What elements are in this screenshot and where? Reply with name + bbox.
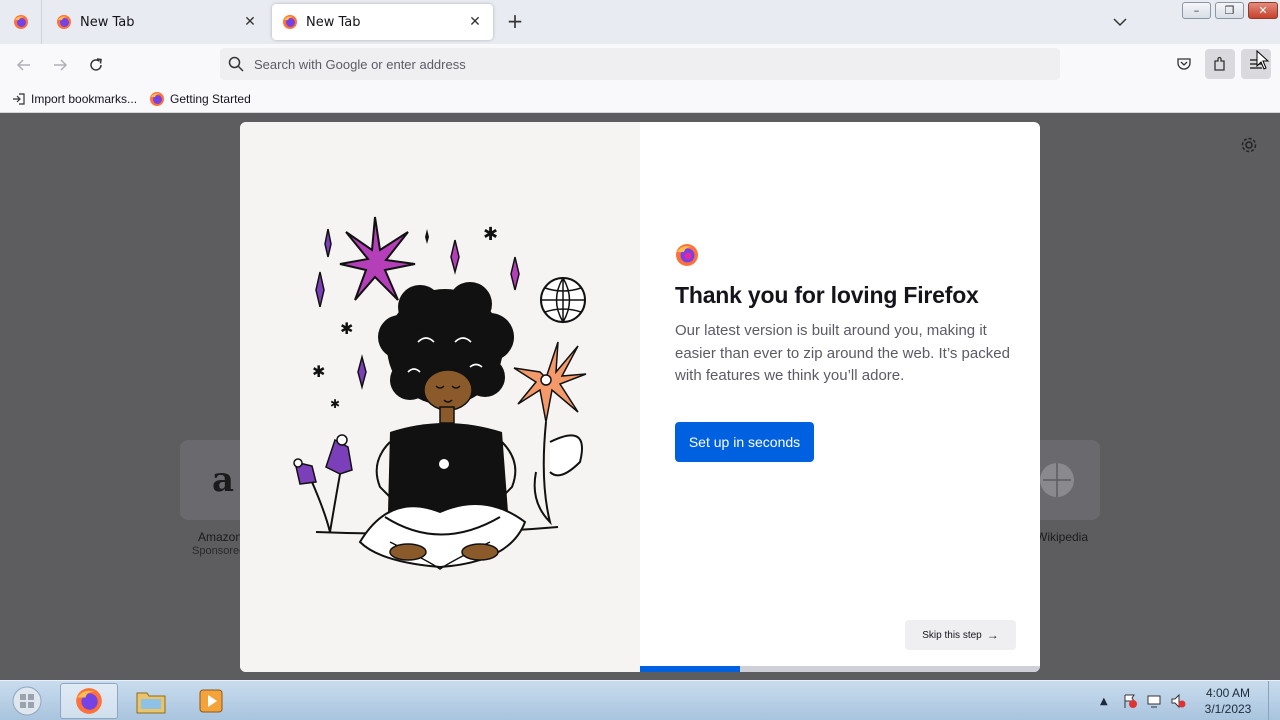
svg-text:✱: ✱ [340,319,353,338]
taskbar: ▲ 4:00 AM 3/1/2023 [0,680,1280,720]
system-tray: ▲ [1100,681,1186,720]
shortcut-sponsored: Sponsored [192,545,246,557]
person-with-laptop-illustration: ✱ ✱ ✱ ✱ [293,216,587,570]
wikipedia-globe-icon [1040,463,1074,497]
gear-icon[interactable] [1239,135,1259,155]
clock[interactable]: 4:00 AM 3/1/2023 [1196,685,1260,717]
shortcut-label: Wikipedia [1036,530,1089,544]
folder-icon [136,692,166,714]
maximize-button[interactable]: ❐ [1215,2,1244,19]
taskbar-file-explorer[interactable] [134,683,168,719]
clock-date: 3/1/2023 [1204,702,1252,716]
show-desktop-button[interactable] [1268,681,1280,720]
close-tab-icon[interactable]: ✕ [467,14,483,30]
shortcut-label: Amazon [198,530,243,544]
tab-label: New Tab [80,14,135,30]
bookmark-label: Import bookmarks... [31,92,138,106]
url-bar[interactable]: Search with Google or enter address [220,48,1060,80]
tab-label: New Tab [306,14,361,30]
firefox-icon [150,92,165,106]
mouse-cursor-icon [1256,50,1270,70]
back-button[interactable] [12,53,36,77]
reload-icon [90,58,102,71]
skip-button[interactable]: Skip this step → [905,620,1016,650]
firefox-icon [13,15,28,29]
clock-time: 4:00 AM [1205,686,1251,700]
tab-new-tab-2[interactable]: New Tab ✕ [272,4,493,40]
tab-strip: New Tab ✕ New Tab ✕ + – ❐ ✕ [0,0,1280,44]
onboarding-modal: ✱ ✱ ✱ ✱ Thank you for loving Firefox Our… [240,122,1040,672]
volume-muted-icon[interactable] [1170,693,1186,709]
extensions-button[interactable] [1205,49,1235,79]
taskbar-firefox[interactable] [60,683,118,719]
bookmarks-toolbar: Import bookmarks... Getting Started [0,86,1280,113]
bookmark-label: Getting Started [170,92,251,106]
bookmark-import[interactable]: Import bookmarks... [12,92,137,106]
taskbar-media-player[interactable] [196,683,226,719]
close-tab-icon[interactable]: ✕ [242,14,258,30]
search-icon [228,56,244,72]
back-arrow-icon [16,59,30,71]
svg-text:✱: ✱ [312,362,325,381]
action-center-flag-icon[interactable] [1122,693,1138,709]
chevron-down-icon[interactable] [1110,12,1130,32]
arrow-right-icon: → [986,628,999,642]
page-content: a Amazon Sponsored Wikipedia ✱ ✱ ✱ ✱ Tha… [0,113,1280,680]
network-icon[interactable] [1146,693,1162,709]
tray-expand-icon[interactable]: ▲ [1100,696,1108,707]
amazon-logo-icon: a [211,460,235,500]
close-window-button[interactable]: ✕ [1248,2,1278,19]
minimize-button[interactable]: – [1182,2,1211,19]
illustration-panel: ✱ ✱ ✱ ✱ [240,122,640,672]
forward-button[interactable] [48,53,72,77]
puzzle-icon [1214,56,1225,71]
pocket-icon [1177,58,1191,70]
setup-button[interactable]: Set up in seconds [675,422,814,462]
pinned-tab[interactable] [0,0,42,44]
forward-arrow-icon [54,59,68,71]
modal-body: Our latest version is built around you, … [675,322,1010,384]
svg-text:✱: ✱ [483,224,498,245]
reload-button[interactable] [84,53,108,77]
tab-new-tab-1[interactable]: New Tab ✕ [46,4,268,40]
progress-bar [640,666,1040,672]
skip-label: Skip this step [922,629,982,641]
modal-title: Thank you for loving Firefox [675,282,979,308]
windows-start-icon [12,686,42,716]
import-icon [13,93,25,105]
progress-fill [640,666,740,672]
pocket-button[interactable] [1169,49,1199,79]
firefox-logo-icon [676,244,698,266]
bookmark-getting-started[interactable]: Getting Started [149,91,251,107]
firefox-icon [283,15,297,29]
svg-text:✱: ✱ [330,397,340,411]
media-player-icon [199,689,223,713]
firefox-icon [76,688,102,714]
content-panel: Thank you for loving Firefox Our latest … [640,122,1040,672]
new-tab-button[interactable]: + [504,10,526,34]
firefox-icon [57,15,71,29]
url-placeholder: Search with Google or enter address [254,56,466,72]
start-button[interactable] [8,683,46,719]
